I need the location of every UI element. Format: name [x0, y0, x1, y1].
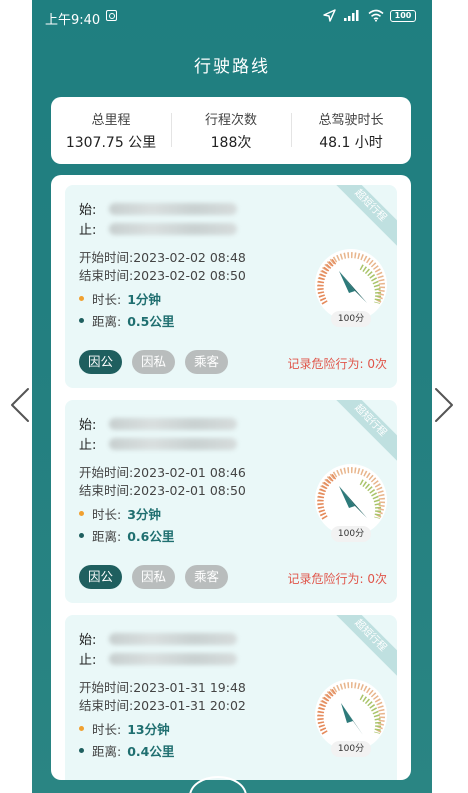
start-address-redacted [109, 633, 237, 645]
score-value: 100分 [331, 741, 371, 757]
end-address-redacted [109, 653, 237, 665]
summary-label: 总里程 [91, 113, 131, 128]
next-arrow-icon[interactable] [432, 385, 456, 425]
cellular-signal-icon [344, 10, 359, 21]
summary-card: 总里程 1307.75 公里 行程次数 188次 总驾驶时长 48.1 小时 [51, 97, 411, 164]
tag-business[interactable]: 因公 [79, 350, 123, 374]
duration-row: 时长: 3分钟 [79, 504, 161, 523]
end-time: 结束时间:2023-02-02 08:50 [79, 268, 246, 283]
distance-value: 0.5公里 [127, 314, 175, 329]
distance-label: 距离: [92, 744, 122, 759]
trip-card[interactable]: 超短行程 始: 止: 开始时间:2023-02-02 08:48 结束时间:20… [65, 185, 397, 388]
start-address-redacted [109, 203, 237, 215]
tag-private[interactable]: 因私 [132, 565, 176, 589]
summary-value: 188次 [210, 135, 252, 151]
score-gauge: 100分 [311, 460, 391, 550]
score-gauge: 100分 [311, 675, 391, 765]
distance-row: 距离: 0.6公里 [79, 526, 174, 545]
end-address-redacted [109, 223, 237, 235]
summary-trip-count: 行程次数 188次 [171, 109, 291, 152]
tag-passenger[interactable]: 乘客 [185, 350, 229, 374]
start-address-label: 始: [79, 633, 97, 648]
trip-card[interactable]: 超短行程 始: 止: 开始时间:2023-02-01 08:46 结束时间:20… [65, 400, 397, 603]
end-time: 结束时间:2023-02-01 08:50 [79, 483, 246, 498]
start-time: 开始时间:2023-02-02 08:48 [79, 250, 246, 265]
distance-row: 距离: 0.5公里 [79, 311, 174, 330]
wifi-icon [368, 9, 384, 22]
status-time: 上午9:40 [45, 13, 101, 28]
end-address-redacted [109, 438, 237, 450]
start-address-redacted [109, 418, 237, 430]
distance-label: 距离: [92, 314, 122, 329]
duration-value: 13分钟 [127, 722, 170, 737]
previous-arrow-icon[interactable] [8, 385, 32, 425]
distance-dot [79, 748, 84, 753]
summary-total-duration: 总驾驶时长 48.1 小时 [291, 109, 411, 152]
duration-value: 1分钟 [127, 292, 161, 307]
trip-list[interactable]: 超短行程 始: 止: 开始时间:2023-02-02 08:48 结束时间:20… [51, 175, 411, 780]
duration-dot [79, 296, 84, 301]
distance-dot [79, 533, 84, 538]
status-bar: 上午9:40 100 [32, 0, 432, 34]
end-address-label: 止: [79, 438, 97, 453]
battery-icon: 100 [390, 9, 416, 22]
duration-dot [79, 511, 84, 516]
page-title: 行驶路线 [194, 57, 270, 77]
start-address-label: 始: [79, 203, 97, 218]
duration-label: 时长: [92, 507, 122, 522]
tag-business[interactable]: 因公 [79, 565, 123, 589]
start-time: 开始时间:2023-02-01 08:46 [79, 465, 246, 480]
start-address-label: 始: [79, 418, 97, 433]
danger-behavior-count: 记录危险行为: 0次 [287, 357, 388, 371]
danger-behavior-count: 记录危险行为: 0次 [287, 572, 388, 586]
distance-row: 距离: 0.4公里 [79, 741, 174, 760]
tag-private[interactable]: 因私 [132, 350, 176, 374]
duration-row: 时长: 13分钟 [79, 719, 170, 738]
distance-value: 0.6公里 [127, 529, 175, 544]
location-arrow-icon [323, 9, 336, 22]
end-time: 结束时间:2023-01-31 20:02 [79, 698, 246, 713]
score-value: 100分 [331, 526, 371, 542]
summary-label: 总驾驶时长 [318, 113, 384, 128]
duration-label: 时长: [92, 292, 122, 307]
trip-type-ribbon: 超短行程 [324, 185, 397, 252]
duration-dot [79, 726, 84, 731]
end-address-label: 止: [79, 653, 97, 668]
distance-dot [79, 318, 84, 323]
distance-value: 0.4公里 [127, 744, 175, 759]
trip-card[interactable]: 超短行程 始: 止: 开始时间:2023-01-31 19:48 结束时间:20… [65, 615, 397, 780]
end-address-label: 止: [79, 223, 97, 238]
duration-label: 时长: [92, 722, 122, 737]
summary-value: 1307.75 公里 [65, 135, 157, 151]
duration-row: 时长: 1分钟 [79, 289, 161, 308]
trip-type-ribbon: 超短行程 [324, 400, 397, 467]
tag-passenger[interactable]: 乘客 [185, 565, 229, 589]
duration-value: 3分钟 [127, 507, 161, 522]
summary-value: 48.1 小时 [319, 135, 383, 151]
summary-total-mileage: 总里程 1307.75 公里 [51, 109, 171, 152]
score-value: 100分 [331, 311, 371, 327]
phone-screen: 上午9:40 100 行驶路线 总里程 1307.75 公里 行程次数 188次… [32, 0, 432, 793]
score-gauge: 100分 [311, 245, 391, 335]
screenshot-notification-icon [106, 10, 117, 21]
trip-type-ribbon: 超短行程 [324, 615, 397, 682]
summary-label: 行程次数 [204, 113, 257, 128]
start-time: 开始时间:2023-01-31 19:48 [79, 680, 246, 695]
distance-label: 距离: [92, 529, 122, 544]
